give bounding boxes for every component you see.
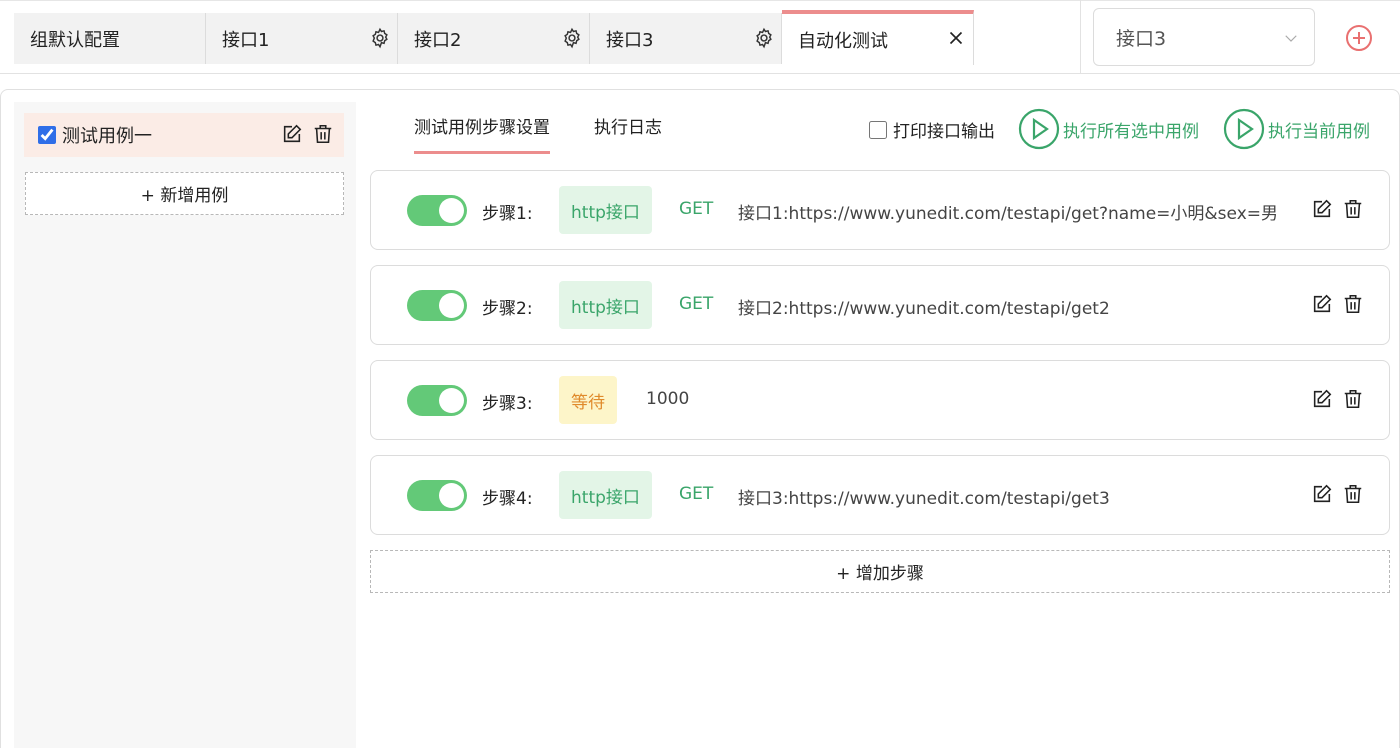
run-selected-cases-button[interactable]: 执行所有选中用例 — [1018, 108, 1199, 150]
tab-interface-2[interactable]: 接口2 — [398, 13, 590, 64]
case-item[interactable]: 测试用例一 — [24, 113, 344, 157]
step-actions — [1311, 293, 1364, 315]
trash-icon[interactable] — [1342, 293, 1364, 315]
play-icon — [1223, 108, 1265, 150]
toggle-knob — [439, 483, 464, 508]
print-output-label: 打印接口输出 — [893, 122, 995, 142]
tab-label: 自动化测试 — [798, 30, 888, 52]
tab-label: 接口1 — [222, 29, 270, 51]
step-actions — [1311, 388, 1364, 410]
edit-icon[interactable] — [1311, 293, 1333, 315]
tab-interface-1[interactable]: 接口1 — [206, 13, 398, 64]
step-label: 步骤1: — [482, 204, 533, 224]
toggle-knob — [439, 198, 464, 223]
step-enable-toggle[interactable] — [407, 385, 467, 416]
tab-step-settings[interactable]: 测试用例步骤设置 — [414, 110, 550, 154]
step-type-tag: 等待 — [559, 376, 617, 424]
step-actions — [1311, 198, 1364, 220]
run-current-label: 执行当前用例 — [1268, 121, 1370, 142]
step-type-tag: http接口 — [559, 281, 652, 329]
http-method: GET — [679, 294, 714, 314]
gear-icon[interactable] — [561, 27, 583, 49]
step-row: 步骤2: http接口 GET 接口2:https://www.yunedit.… — [370, 265, 1390, 345]
tab-label: 接口2 — [414, 29, 462, 51]
edit-icon[interactable] — [281, 123, 303, 145]
step-enable-toggle[interactable] — [407, 290, 467, 321]
step-row: 步骤1: http接口 GET 接口1:https://www.yunedit.… — [370, 170, 1390, 250]
tab-interface-3[interactable]: 接口3 — [590, 13, 782, 64]
step-enable-toggle[interactable] — [407, 195, 467, 226]
step-label: 步骤4: — [482, 489, 533, 509]
step-label: 步骤3: — [482, 394, 533, 414]
toggle-knob — [439, 388, 464, 413]
step-detail: 接口3:https://www.yunedit.com/testapi/get3 — [738, 489, 1110, 509]
step-detail: 接口1:https://www.yunedit.com/testapi/get?… — [738, 204, 1278, 224]
step-detail: 接口2:https://www.yunedit.com/testapi/get2 — [738, 299, 1110, 319]
case-checkbox[interactable] — [38, 126, 56, 144]
edit-icon[interactable] — [1311, 198, 1333, 220]
step-actions — [1311, 483, 1364, 505]
step-label: 步骤2: — [482, 299, 533, 319]
chevron-down-icon — [1285, 35, 1297, 42]
tab-group-default-config[interactable]: 组默认配置 — [14, 13, 206, 64]
http-method: GET — [679, 199, 714, 219]
tab-automation-test[interactable]: 自动化测试 — [782, 10, 974, 65]
step-detail: 1000 — [646, 389, 690, 409]
env-select[interactable]: 接口3 — [1093, 8, 1315, 66]
step-type-tag: http接口 — [559, 186, 652, 234]
trash-icon[interactable] — [1342, 483, 1364, 505]
edit-icon[interactable] — [1311, 388, 1333, 410]
trash-icon[interactable] — [1342, 198, 1364, 220]
run-selected-label: 执行所有选中用例 — [1063, 121, 1199, 142]
interface-tabs: 组默认配置 接口1 接口2 接口3 自动化测试 — [14, 10, 974, 65]
add-case-button[interactable]: + 新增用例 — [25, 172, 344, 215]
tab-label: 接口3 — [606, 29, 654, 51]
tab-execution-log[interactable]: 执行日志 — [594, 110, 662, 154]
step-type-tag: http接口 — [559, 471, 652, 519]
print-output-option[interactable]: 打印接口输出 — [869, 117, 995, 142]
divider — [1080, 0, 1081, 74]
edit-icon[interactable] — [1311, 483, 1333, 505]
top-border — [0, 0, 1400, 1]
tab-label: 组默认配置 — [30, 29, 120, 51]
step-row: 步骤3: 等待 1000 — [370, 360, 1390, 440]
add-step-button[interactable]: + 增加步骤 — [370, 550, 1390, 593]
close-icon[interactable] — [945, 27, 967, 49]
step-enable-toggle[interactable] — [407, 480, 467, 511]
top-bar: 组默认配置 接口1 接口2 接口3 自动化测试 接口3 — [0, 0, 1400, 74]
play-icon — [1018, 108, 1060, 150]
env-select-value: 接口3 — [1116, 27, 1167, 50]
http-method: GET — [679, 484, 714, 504]
step-row: 步骤4: http接口 GET 接口3:https://www.yunedit.… — [370, 455, 1390, 535]
trash-icon[interactable] — [1342, 388, 1364, 410]
add-circle-icon[interactable] — [1345, 24, 1373, 52]
gear-icon[interactable] — [369, 27, 391, 49]
toggle-knob — [439, 293, 464, 318]
print-output-checkbox[interactable] — [869, 120, 887, 139]
gear-icon[interactable] — [753, 27, 775, 49]
case-actions — [281, 123, 334, 145]
run-current-case-button[interactable]: 执行当前用例 — [1223, 108, 1370, 150]
content-tabs: 测试用例步骤设置 执行日志 — [414, 110, 662, 154]
trash-icon[interactable] — [312, 123, 334, 145]
case-label: 测试用例一 — [62, 126, 152, 147]
